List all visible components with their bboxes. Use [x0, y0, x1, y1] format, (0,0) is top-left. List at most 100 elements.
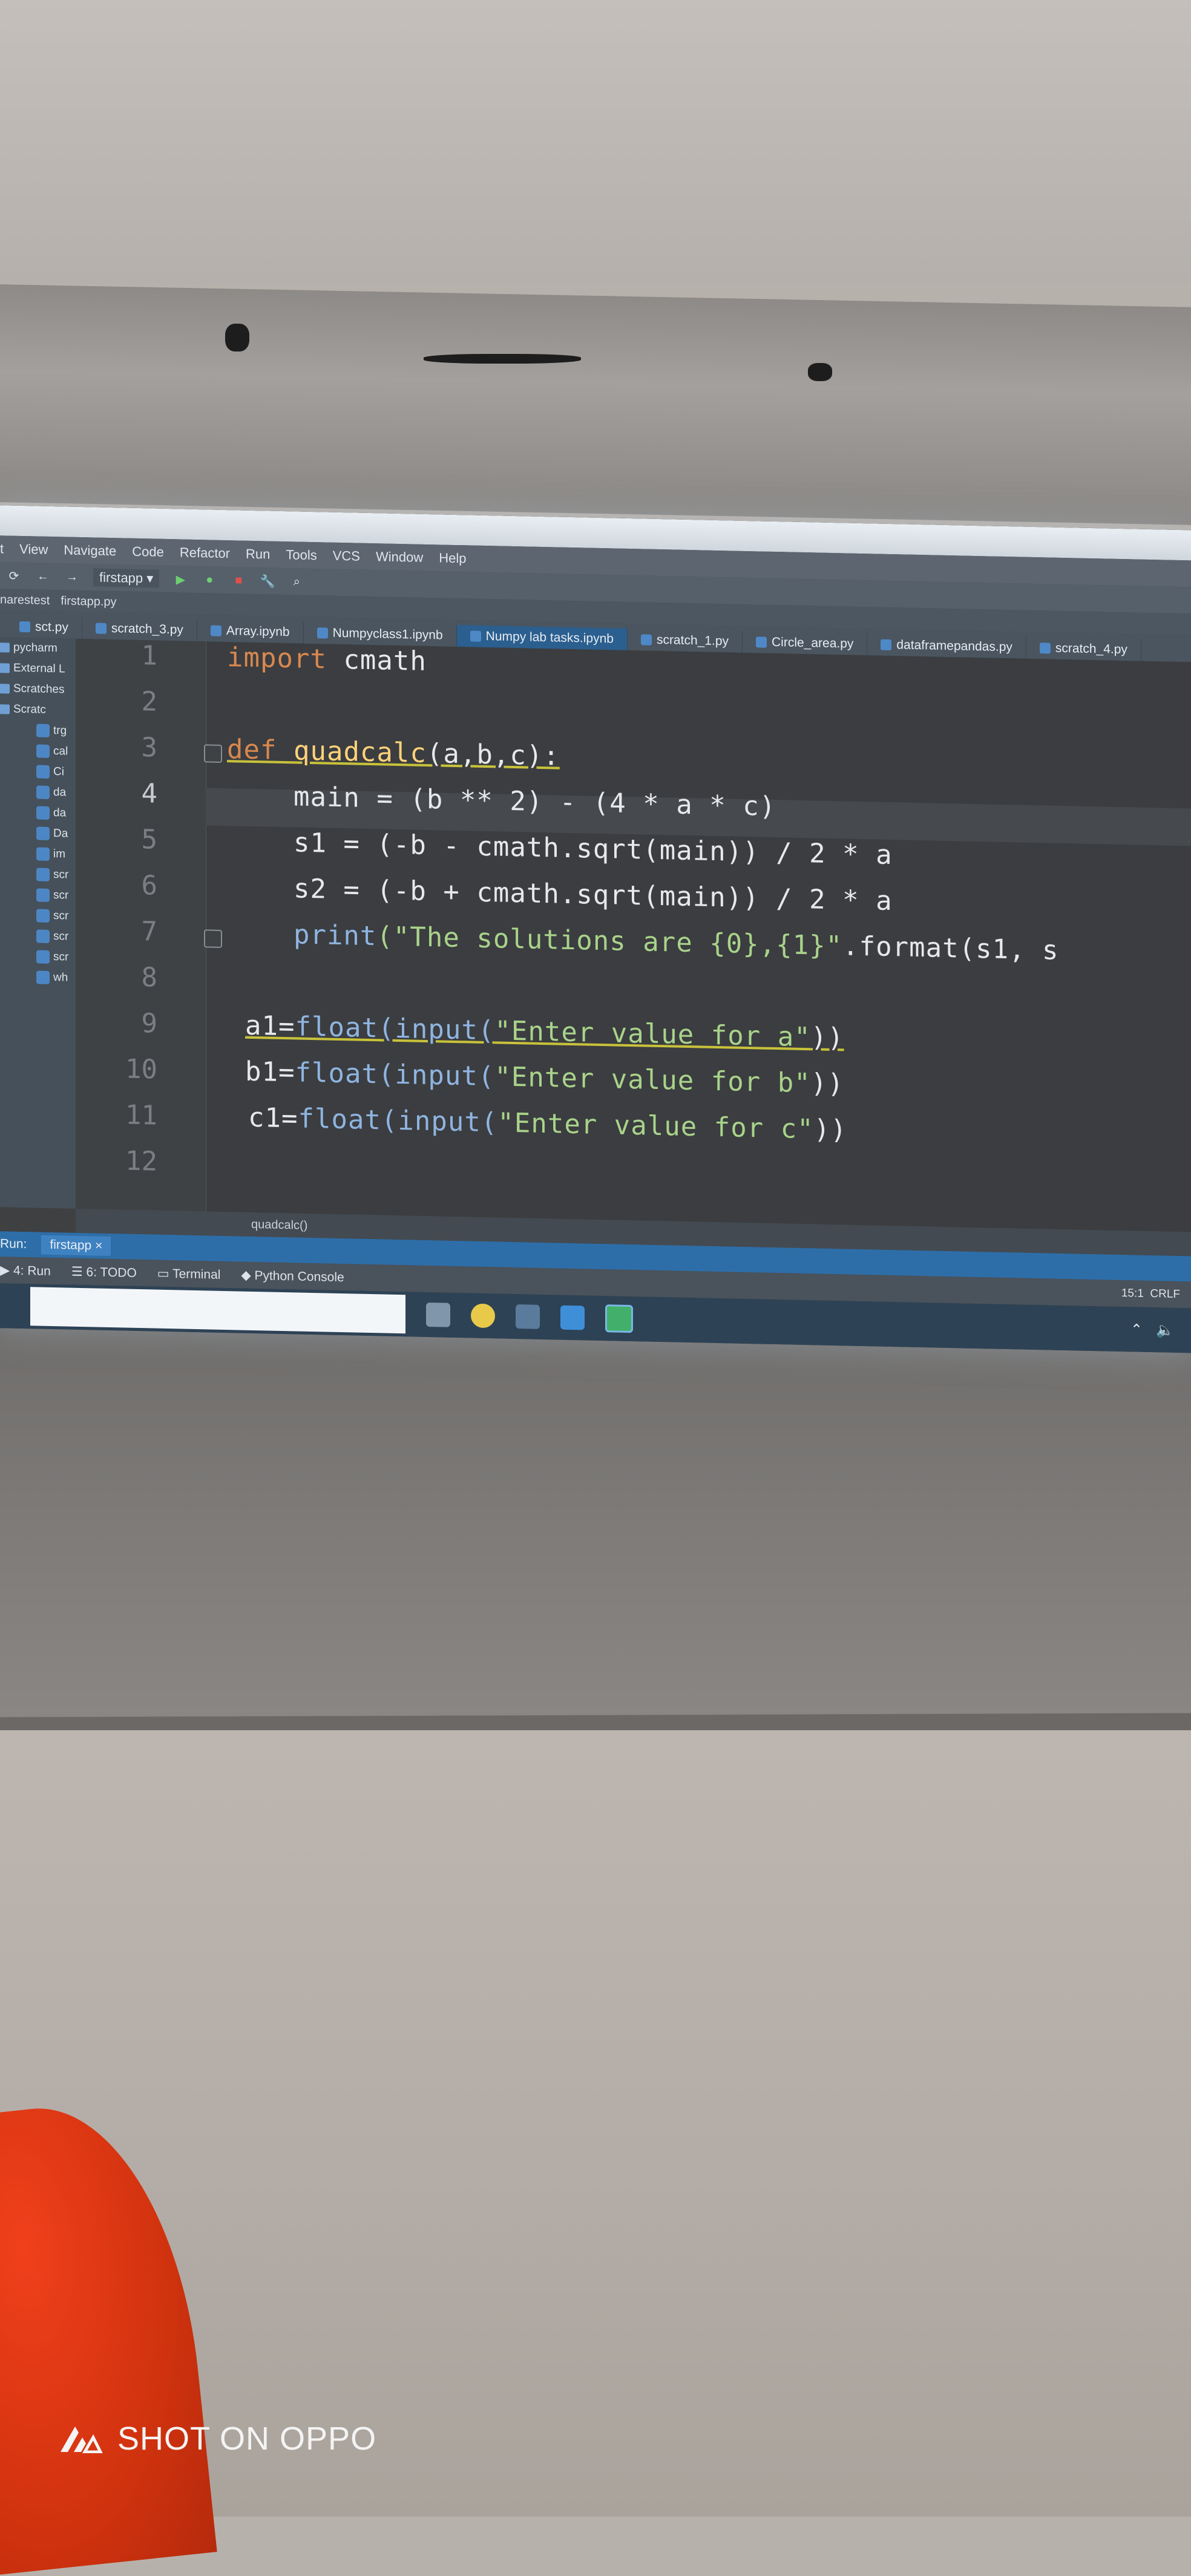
forward-arrow-icon[interactable]: → — [64, 569, 80, 585]
sidebar-item[interactable]: pycharm — [0, 637, 76, 659]
folder-icon — [0, 704, 10, 714]
line-separator[interactable]: CRLF — [1150, 1287, 1180, 1301]
projected-ide: t View Navigate Code Refactor Run Tools … — [0, 505, 1191, 1353]
explorer-icon[interactable] — [560, 1305, 585, 1330]
sidebar-item[interactable]: External L — [0, 658, 76, 680]
file-item[interactable]: wh — [0, 966, 76, 989]
menu-help[interactable]: Help — [439, 550, 466, 566]
python-file-icon — [36, 929, 50, 943]
file-item[interactable]: trg — [0, 719, 76, 742]
file-item[interactable]: scr — [0, 904, 76, 927]
menu-item[interactable]: t — [0, 541, 4, 557]
tab-file-active[interactable]: Numpy lab tasks.ipynb — [456, 625, 628, 650]
folder-icon — [0, 642, 10, 653]
tab-file[interactable]: Numpyclass1.ipynb — [303, 621, 457, 647]
code-token: c1= — [248, 1102, 298, 1134]
line-number-current: 4 — [141, 778, 158, 809]
tool-python-console[interactable]: ◆ Python Console — [241, 1267, 344, 1285]
menu-code[interactable]: Code — [132, 544, 164, 560]
file-item[interactable]: scr — [0, 863, 76, 886]
file-label: scr — [53, 868, 69, 881]
tab-file[interactable]: Array.ipynb — [197, 619, 304, 644]
python-file-icon — [756, 636, 767, 648]
menu-run[interactable]: Run — [246, 546, 270, 563]
tab-file[interactable]: dataframepandas.py — [867, 633, 1026, 659]
pycharm-icon[interactable] — [605, 1304, 633, 1333]
sync-icon[interactable]: ⟳ — [6, 567, 22, 584]
menu-vcs[interactable]: VCS — [333, 548, 360, 564]
line-number: 10 — [125, 1053, 157, 1085]
code-line: print("The solutions are {0},{1}".format… — [227, 918, 1059, 966]
stop-icon[interactable]: ■ — [231, 572, 246, 589]
python-file-icon — [36, 806, 50, 820]
tab-file[interactable]: Circle_area.py — [743, 630, 868, 656]
builtin-token: float(input( — [295, 1011, 495, 1047]
file-item[interactable]: scr — [0, 884, 76, 906]
speaker-icon[interactable]: 🔈 — [1156, 1321, 1174, 1339]
code-token: )) — [810, 1068, 844, 1100]
chrome-icon[interactable] — [471, 1303, 495, 1329]
code-line: c1=float(input("Enter value for c")) — [248, 1102, 847, 1146]
tab-file[interactable]: scratch_3.py — [82, 617, 197, 642]
run-icon[interactable]: ▶ — [172, 571, 188, 587]
board-frame-top — [0, 284, 1191, 525]
menu-window[interactable]: Window — [376, 549, 423, 566]
tab-file[interactable]: sct.py — [6, 615, 82, 639]
breadcrumb-project[interactable]: narestest — [0, 593, 50, 608]
file-item[interactable]: scr — [0, 946, 76, 968]
file-item[interactable]: im — [0, 843, 76, 865]
keyword-token: import — [227, 642, 327, 675]
run-config-select[interactable]: firstapp ▾ — [93, 568, 160, 588]
sidebar-item[interactable]: Scratc — [0, 699, 76, 721]
chevron-up-icon[interactable]: ⌃ — [1130, 1321, 1143, 1338]
file-item[interactable]: da — [0, 802, 76, 824]
debug-icon[interactable]: ● — [202, 572, 217, 588]
structure-label[interactable]: quadcalc() — [251, 1217, 307, 1232]
code-token: .format(s1, s — [842, 930, 1059, 966]
dropbox-icon[interactable] — [516, 1304, 540, 1329]
breadcrumb-file[interactable]: firstapp.py — [61, 594, 116, 609]
fold-marker-icon[interactable] — [204, 744, 222, 763]
tab-label: Numpy lab tasks.ipynb — [485, 629, 614, 646]
line-number: 12 — [125, 1145, 157, 1177]
tab-file[interactable]: scratch_1.py — [627, 628, 743, 653]
menu-navigate[interactable]: Navigate — [64, 542, 116, 559]
python-file-icon — [36, 909, 50, 923]
sidebar-item-label: Scratches — [13, 682, 65, 696]
line-number: 3 — [141, 732, 158, 763]
python-file-icon — [36, 950, 50, 964]
python-file-icon — [36, 785, 50, 799]
file-item[interactable]: Ci — [0, 760, 76, 783]
code-line: import cmath — [227, 642, 427, 677]
menu-refactor[interactable]: Refactor — [180, 544, 230, 561]
wrench-icon[interactable]: 🔧 — [260, 573, 275, 589]
menu-tools[interactable]: Tools — [286, 547, 317, 563]
run-tab[interactable]: firstapp × — [41, 1235, 111, 1257]
file-item[interactable]: cal — [0, 740, 76, 762]
python-file-icon — [36, 868, 50, 881]
code-token: cmath — [326, 644, 427, 677]
file-label: scr — [53, 889, 69, 902]
python-file-icon — [36, 765, 50, 779]
file-item[interactable]: scr — [0, 925, 76, 947]
sidebar-item-label: Scratc — [13, 702, 46, 716]
tab-file[interactable]: scratch_4.py — [1026, 636, 1141, 661]
string-token: "Enter value for a" — [494, 1015, 811, 1053]
run-config-label: firstapp — [99, 569, 143, 586]
code-editor[interactable]: 1 2 3 4 5 6 7 8 9 10 11 12 import cmath … — [76, 638, 1191, 1232]
line-number: 7 — [141, 916, 158, 947]
menu-view[interactable]: View — [19, 541, 48, 558]
file-item[interactable]: da — [0, 781, 76, 803]
caret-position[interactable]: 15:1 — [1121, 1287, 1144, 1300]
taskbar-search-input[interactable] — [30, 1287, 405, 1334]
camera-watermark: SHOT ON OPPO — [61, 2420, 376, 2457]
sidebar-item[interactable]: Scratches — [0, 678, 76, 701]
search-icon[interactable]: ⌕ — [289, 574, 304, 590]
tool-terminal[interactable]: ▭ Terminal — [157, 1266, 221, 1282]
task-view-icon[interactable] — [426, 1302, 450, 1327]
file-item[interactable]: Da — [0, 822, 76, 845]
tool-todo[interactable]: ☰ 6: TODO — [71, 1264, 137, 1280]
tool-run[interactable]: ▶ 4: Run — [0, 1263, 51, 1279]
fold-marker-icon[interactable] — [204, 929, 222, 948]
back-arrow-icon[interactable]: ← — [35, 568, 51, 584]
